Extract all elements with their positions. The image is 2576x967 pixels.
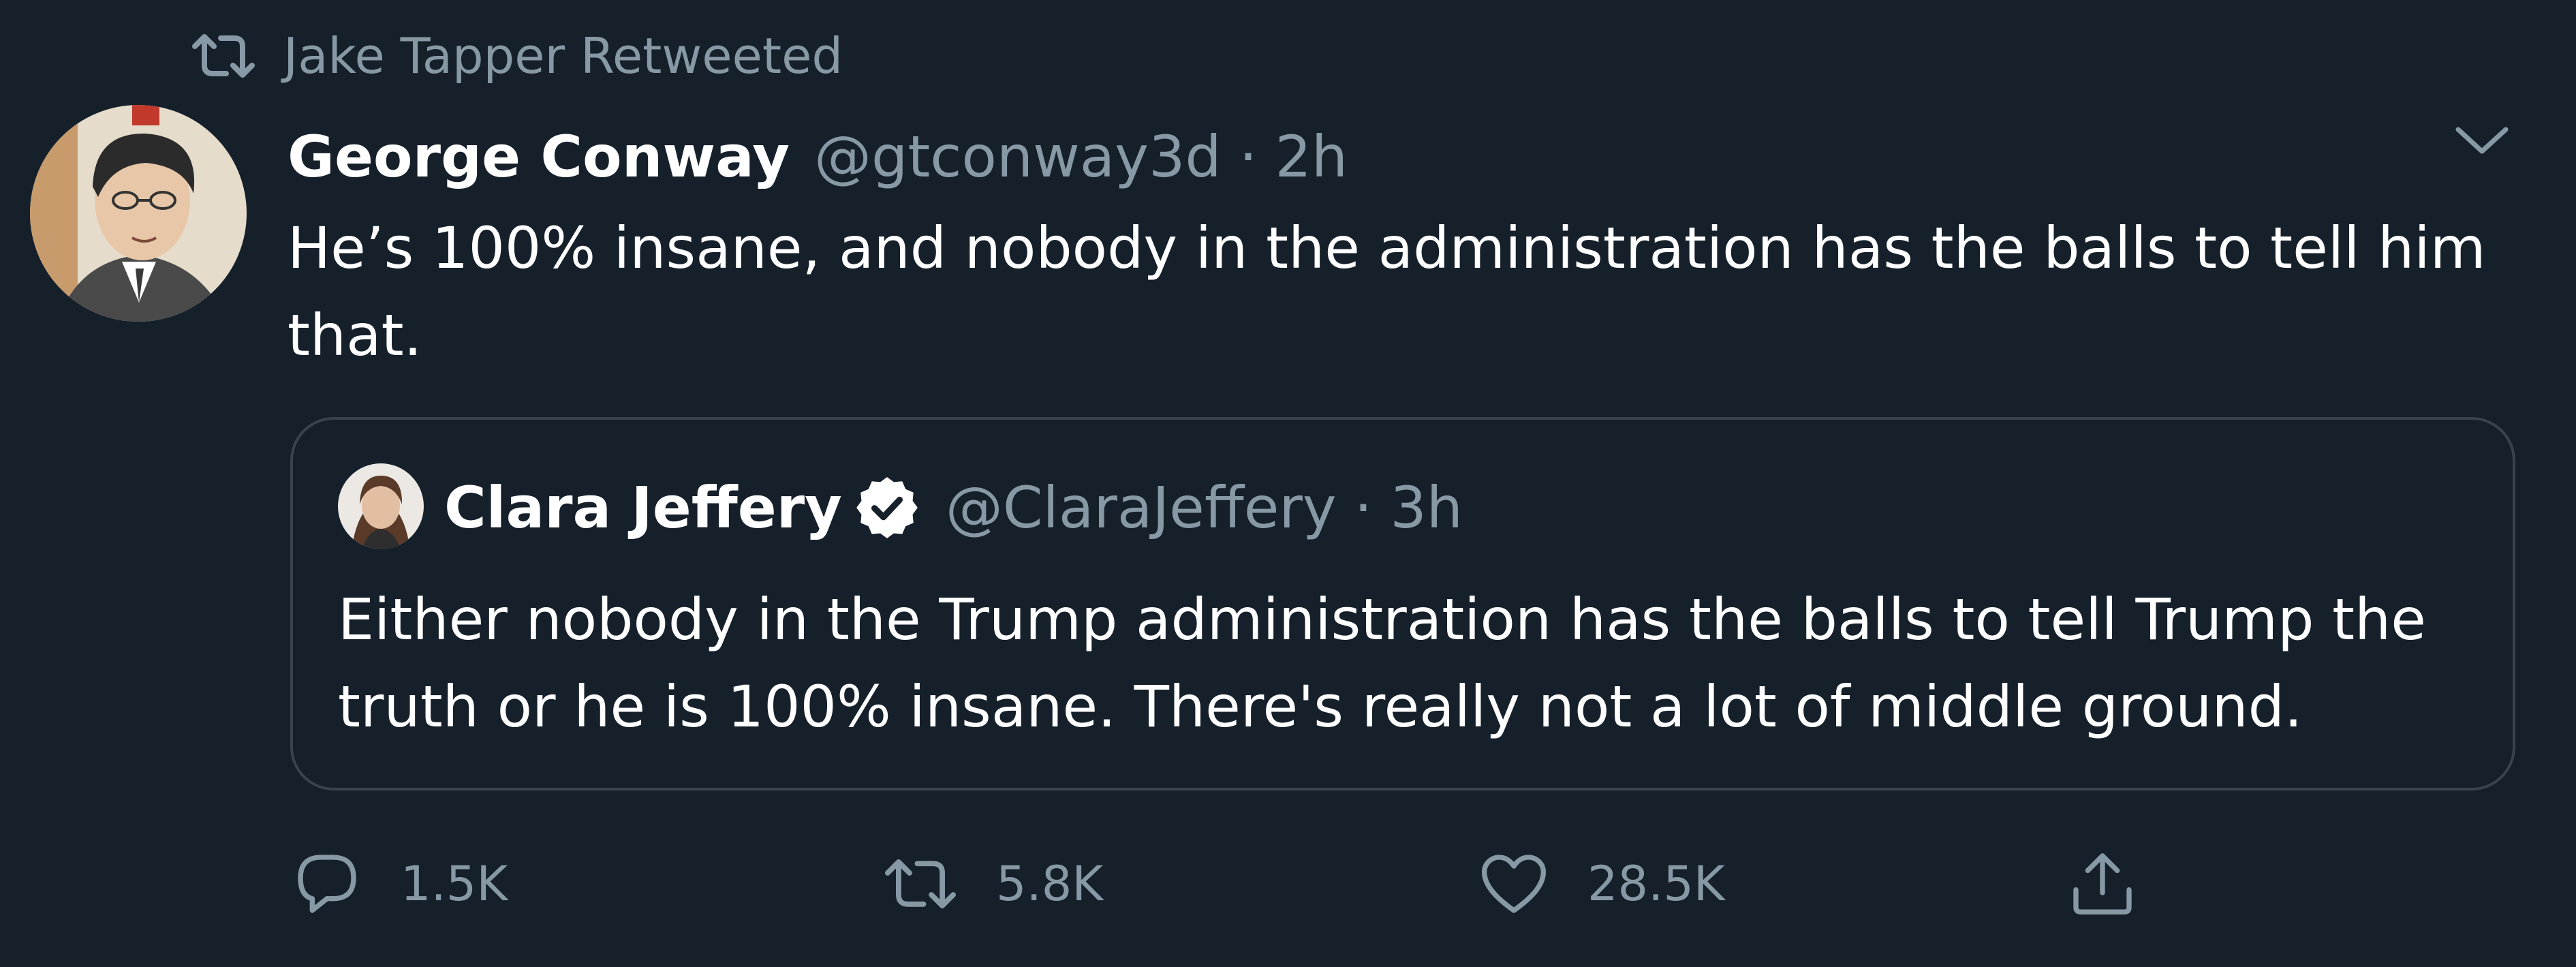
verified-badge-icon (856, 477, 918, 538)
quoted-display-name: Clara Jeffery (444, 474, 842, 541)
share-icon (2073, 853, 2132, 915)
share-button[interactable] (2067, 840, 2176, 928)
quoted-avatar (338, 463, 424, 549)
separator-dot: · (1239, 123, 1258, 190)
tweet-header: George Conway @gtconway3d · 2h (288, 112, 1348, 201)
reply-button[interactable]: 1.5K (292, 840, 508, 928)
quoted-timestamp: 3h (1390, 474, 1463, 541)
display-name[interactable]: George Conway (288, 123, 790, 190)
chevron-down-icon[interactable] (2451, 117, 2513, 165)
quoted-separator-dot: · (1354, 474, 1373, 541)
quoted-user-handle: @ClaraJeffery (945, 474, 1337, 541)
retweet-context-label: Jake Tapper Retweeted (283, 27, 843, 85)
avatar-sketch (30, 105, 247, 322)
like-count: 28.5K (1587, 856, 1725, 912)
quoted-tweet-text: Either nobody in the Trump administratio… (338, 586, 2426, 740)
timestamp[interactable]: 2h (1275, 123, 1348, 190)
reply-count: 1.5K (401, 856, 508, 912)
quoted-tweet-header: Clara Jeffery @ClaraJeffery · 3h (444, 470, 1463, 545)
tweet-text: He’s 100% insane, and nobody in the admi… (288, 215, 2486, 369)
retweet-icon (884, 859, 957, 908)
retweet-count: 5.8K (996, 856, 1104, 912)
avatar[interactable] (30, 105, 247, 322)
heart-icon (1481, 855, 1547, 913)
retweet-button[interactable]: 5.8K (883, 840, 1103, 928)
like-button[interactable]: 28.5K (1478, 840, 1725, 928)
reply-icon (298, 855, 356, 913)
retweet-context[interactable]: Jake Tapper Retweeted (191, 22, 843, 90)
user-handle[interactable]: @gtconway3d (814, 123, 1222, 190)
retweet-icon (192, 34, 255, 78)
